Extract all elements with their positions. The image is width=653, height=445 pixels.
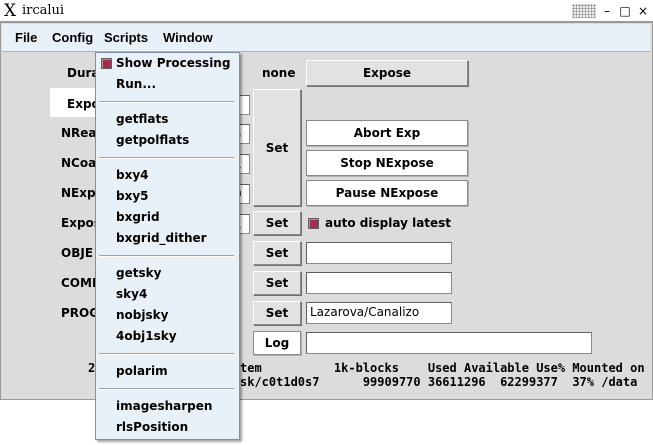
title-grip-icon: [572, 4, 596, 18]
menu-item-bxy5[interactable]: bxy5: [116, 189, 149, 203]
maximize-button[interactable]: □: [618, 4, 632, 18]
menu-item-nobjsky[interactable]: nobjsky: [116, 308, 168, 322]
expose-button[interactable]: Expose: [306, 60, 468, 86]
menu-item-run[interactable]: Run...: [116, 77, 156, 91]
log-field[interactable]: [306, 332, 592, 354]
menu-file[interactable]: File: [15, 30, 37, 45]
set-program-button[interactable]: Set: [253, 301, 301, 325]
set-comment-button[interactable]: Set: [253, 271, 301, 295]
menubar: [2, 24, 650, 52]
menu-separator: [99, 353, 234, 355]
duration-value: none: [262, 66, 296, 80]
comment-field[interactable]: [306, 272, 452, 294]
menu-item-bxgrid-dither[interactable]: bxgrid_dither: [116, 231, 207, 245]
auto-display-label: auto display latest: [325, 216, 452, 230]
abort-exp-button[interactable]: Abort Exp: [306, 120, 468, 146]
disk-info-row: sk/c0t1d0s7 99909770 36611296 62299377 3…: [240, 375, 638, 389]
program-field[interactable]: Lazarova/Canalizo: [306, 302, 452, 324]
scripts-dropdown-menu: [95, 52, 240, 440]
close-button[interactable]: ×: [636, 4, 650, 18]
minimize-button[interactable]: –: [600, 4, 614, 18]
menu-item-polarim[interactable]: polarim: [116, 364, 168, 378]
menu-item-bxgrid[interactable]: bxgrid: [116, 210, 160, 224]
menu-separator: [99, 157, 234, 159]
menu-item-4obj1sky[interactable]: 4obj1sky: [116, 329, 177, 343]
menu-item-rlsposition[interactable]: rlsPosition: [116, 420, 188, 434]
title-bar[interactable]: [0, 0, 653, 22]
object-field[interactable]: [306, 242, 452, 264]
menu-config[interactable]: Config: [52, 30, 93, 45]
set-exptime-button[interactable]: Set: [253, 211, 301, 235]
menu-item-show-processing[interactable]: Show Processing: [116, 56, 230, 70]
menu-item-getflats[interactable]: getflats: [116, 112, 168, 126]
object-label: OBJE: [61, 246, 94, 260]
menu-item-bxy4[interactable]: bxy4: [116, 168, 149, 182]
menu-window[interactable]: Window: [163, 30, 213, 45]
menu-item-sky4[interactable]: sky4: [116, 287, 147, 301]
menu-separator: [99, 388, 234, 390]
menu-item-getsky[interactable]: getsky: [116, 266, 161, 280]
menu-item-imagesharpen[interactable]: imagesharpen: [116, 399, 212, 413]
set-group-button[interactable]: Set: [253, 89, 301, 206]
menu-separator: [99, 101, 234, 103]
show-processing-checkbox[interactable]: [101, 58, 112, 69]
stop-nexpose-button[interactable]: Stop NExpose: [306, 150, 468, 176]
menu-separator: [99, 255, 234, 257]
auto-display-checkbox[interactable]: [308, 218, 319, 229]
x-logo-icon: X: [4, 1, 17, 21]
pause-nexpose-button[interactable]: Pause NExpose: [306, 180, 468, 206]
set-object-button[interactable]: Set: [253, 241, 301, 265]
window-title: ircalui: [22, 3, 65, 18]
program-label: PROG: [61, 306, 100, 320]
menu-scripts[interactable]: Scripts: [104, 30, 148, 45]
disk-info-header: tem 1k-blocks Used Available Use% Mounte…: [240, 361, 645, 375]
menu-item-getpolflats[interactable]: getpolflats: [116, 133, 189, 147]
log-button[interactable]: Log: [253, 331, 301, 355]
